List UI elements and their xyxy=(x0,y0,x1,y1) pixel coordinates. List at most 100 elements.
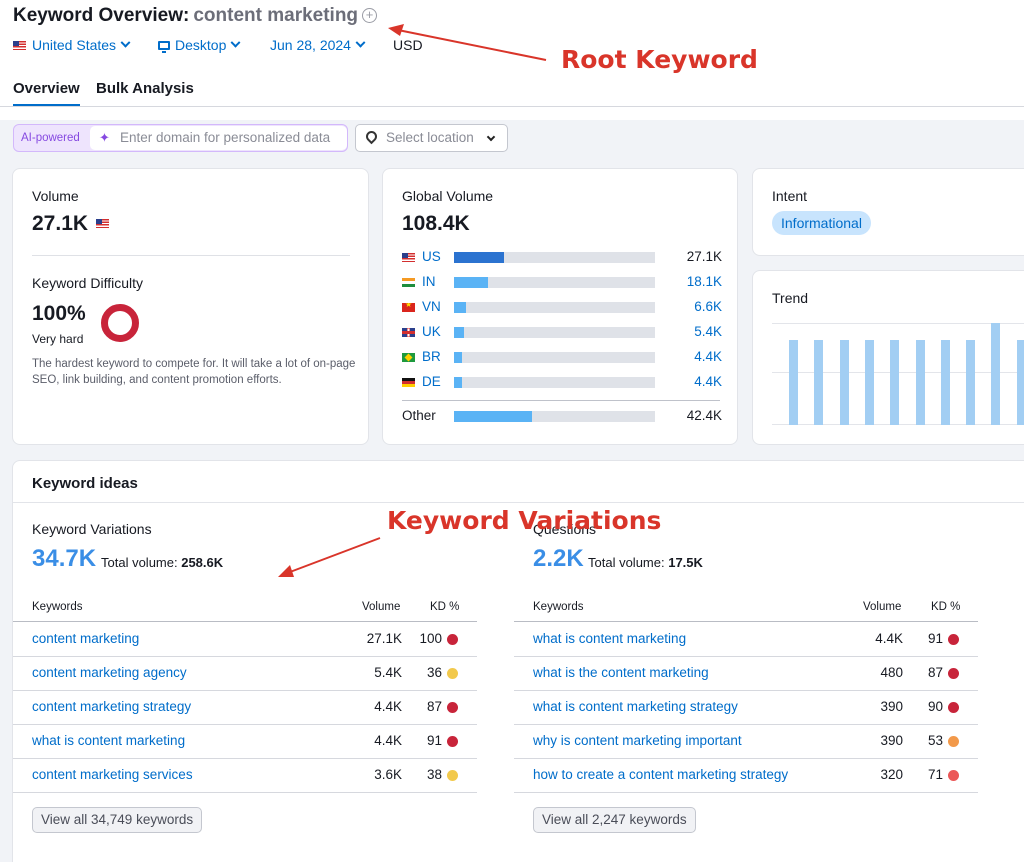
kd-dot-icon xyxy=(948,770,959,781)
keyword-volume: 4.4K xyxy=(875,631,903,646)
location-select[interactable]: Select location xyxy=(355,124,508,152)
country-code: UK xyxy=(422,324,441,339)
view-all-variations-button[interactable]: View all 34,749 keywords xyxy=(32,807,203,833)
ai-powered-box: AI-powered ✦ Enter domain for personaliz… xyxy=(13,124,348,152)
kd-dot-icon xyxy=(447,770,458,781)
country-row-vn[interactable]: VN 6.6K xyxy=(402,299,722,314)
global-volume-divider xyxy=(402,400,720,401)
total-volume-value: 17.5K xyxy=(668,555,703,570)
kd-dot-icon xyxy=(447,702,458,713)
chevron-down-icon xyxy=(120,37,131,48)
keyword-link[interactable]: what is the content marketing xyxy=(533,665,709,680)
intent-badge: Informational xyxy=(772,211,871,235)
country-volume: 5.4K xyxy=(694,324,722,339)
volume-bar-fill xyxy=(454,252,504,263)
volume-divider xyxy=(32,255,350,256)
table-row: what is content marketing 4.4K 91 xyxy=(514,622,978,656)
tab-overview[interactable]: Overview xyxy=(13,80,80,107)
keyword-kd: 91 xyxy=(927,631,943,646)
domain-input[interactable]: ✦ Enter domain for personalized data xyxy=(90,126,347,150)
trend-bar xyxy=(966,340,976,425)
date-selector[interactable]: Jun 28, 2024 xyxy=(270,37,366,53)
table-header: Keywords Volume KD % xyxy=(514,599,978,623)
volume-bar-track xyxy=(454,352,655,363)
trend-label: Trend xyxy=(772,290,809,306)
tab-bulk-analysis[interactable]: Bulk Analysis xyxy=(96,80,194,97)
country-row-uk[interactable]: UK 5.4K xyxy=(402,324,722,339)
country-code: BR xyxy=(422,349,441,364)
uk-flag-icon xyxy=(402,328,415,337)
volume-bar-track xyxy=(454,377,655,388)
brazil-flag-icon xyxy=(402,353,415,362)
chevron-down-icon xyxy=(486,132,496,142)
kd-dot-icon xyxy=(948,634,959,645)
variations-count[interactable]: 34.7K xyxy=(32,545,96,573)
volume-card: Volume 27.1K Keyword Difficulty 100% Ver… xyxy=(12,168,369,445)
keyword-volume: 480 xyxy=(880,665,903,680)
device-selector[interactable]: Desktop xyxy=(158,37,241,53)
keyword-link[interactable]: content marketing strategy xyxy=(32,699,191,714)
tabs-divider xyxy=(0,106,1024,107)
desktop-icon xyxy=(158,40,170,53)
keyword-volume: 5.4K xyxy=(374,665,402,680)
keyword-link[interactable]: what is content marketing xyxy=(32,733,185,748)
country-code: US xyxy=(422,249,441,264)
keyword-volume: 390 xyxy=(880,699,903,714)
volume-bar-track xyxy=(454,411,655,422)
country-code: DE xyxy=(422,374,441,389)
kd-dot-icon xyxy=(447,736,458,747)
questions-count[interactable]: 2.2K xyxy=(533,545,584,573)
keyword-link[interactable]: content marketing agency xyxy=(32,665,187,680)
volume-bar-fill xyxy=(454,352,462,363)
table-header: Keywords Volume KD % xyxy=(13,599,477,623)
table-row: how to create a content marketing strate… xyxy=(514,758,978,792)
keyword-link[interactable]: content marketing xyxy=(32,631,139,646)
keyword-ideas-divider xyxy=(13,502,1024,503)
us-flag-icon xyxy=(402,253,415,262)
country-volume: 18.1K xyxy=(686,274,722,289)
country-volume: 6.6K xyxy=(694,299,722,314)
location-placeholder: Select location xyxy=(386,130,474,145)
country-row-us[interactable]: US 27.1K xyxy=(402,249,722,264)
table-row: content marketing services 3.6K 38 xyxy=(13,758,477,792)
kd-ring-icon xyxy=(101,304,139,342)
intent-label: Intent xyxy=(772,188,808,204)
col-kd: KD % xyxy=(931,601,961,613)
keyword-link[interactable]: how to create a content marketing strate… xyxy=(533,767,788,782)
keyword-kd: 53 xyxy=(927,733,943,748)
keyword-link[interactable]: what is content marketing strategy xyxy=(533,699,738,714)
keyword-link[interactable]: content marketing services xyxy=(32,767,193,782)
keyword-kd: 71 xyxy=(927,767,943,782)
keyword-link[interactable]: what is content marketing xyxy=(533,631,686,646)
kd-dot-icon xyxy=(948,736,959,747)
keyword-volume: 390 xyxy=(880,733,903,748)
trend-bar xyxy=(1016,340,1024,425)
india-flag-icon xyxy=(402,278,415,287)
trend-gridline xyxy=(772,323,1024,324)
keyword-link[interactable]: why is content marketing important xyxy=(533,733,742,748)
date-label: Jun 28, 2024 xyxy=(270,37,351,53)
keyword-kd: 38 xyxy=(426,767,442,782)
country-selector[interactable]: United States xyxy=(13,37,131,53)
country-row-in[interactable]: IN 18.1K xyxy=(402,274,722,289)
country-code: IN xyxy=(422,274,436,289)
trend-bar xyxy=(890,340,900,425)
volume-number: 27.1K xyxy=(32,212,89,235)
country-row-br[interactable]: BR 4.4K xyxy=(402,349,722,364)
keyword-kd: 91 xyxy=(426,733,442,748)
keyword-volume: 320 xyxy=(880,767,903,782)
plus-circle-icon[interactable]: + xyxy=(362,8,378,23)
table-row: what is the content marketing 480 87 xyxy=(514,656,978,690)
global-volume-label: Global Volume xyxy=(402,188,494,204)
view-all-questions-button[interactable]: View all 2,247 keywords xyxy=(533,807,696,833)
trend-bar xyxy=(814,340,824,425)
currency-label: USD xyxy=(393,37,423,53)
country-row-de[interactable]: DE 4.4K xyxy=(402,374,722,389)
kd-label: Keyword Difficulty xyxy=(32,275,144,291)
country-volume: 4.4K xyxy=(694,349,722,364)
germany-flag-icon xyxy=(402,378,415,387)
intent-card: Intent Informational xyxy=(752,168,1024,256)
trend-card: Trend xyxy=(752,270,1024,445)
us-flag-icon xyxy=(95,219,109,228)
kd-level: Very hard xyxy=(32,332,84,346)
